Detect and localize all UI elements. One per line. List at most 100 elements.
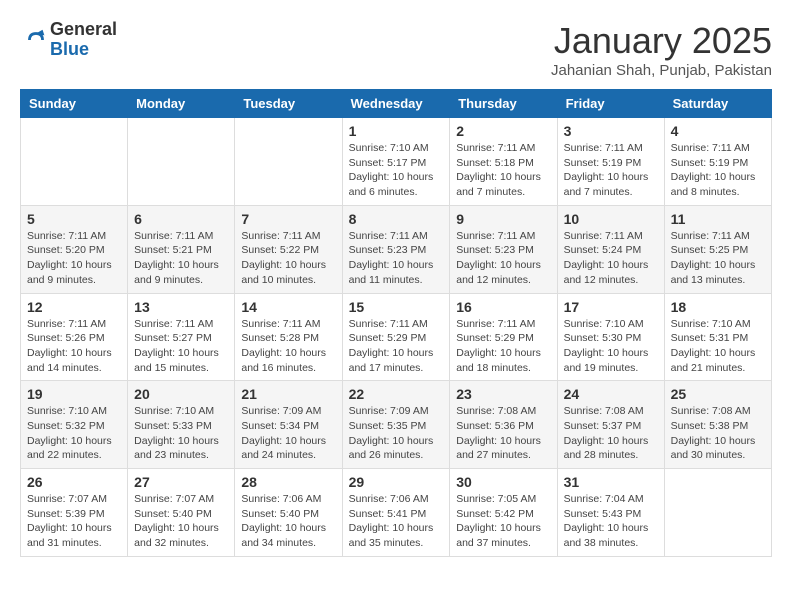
header-day-monday: Monday <box>128 90 235 118</box>
day-number: 8 <box>349 211 444 227</box>
day-info: Sunrise: 7:11 AM Sunset: 5:24 PM Dayligh… <box>564 229 658 288</box>
day-info: Sunrise: 7:11 AM Sunset: 5:25 PM Dayligh… <box>671 229 765 288</box>
day-number: 22 <box>349 386 444 402</box>
day-number: 21 <box>241 386 335 402</box>
day-cell: 7Sunrise: 7:11 AM Sunset: 5:22 PM Daylig… <box>235 205 342 293</box>
day-cell: 3Sunrise: 7:11 AM Sunset: 5:19 PM Daylig… <box>557 118 664 206</box>
day-cell: 21 Sunrise: 7:09 AM Sunset: 5:34 PM Dayli… <box>235 381 342 469</box>
day-info: Sunrise: 7:09 AM Sunset: 5:35 PM Dayligh… <box>349 404 444 463</box>
day-number: 28 <box>241 474 335 490</box>
day-number: 4 <box>671 123 765 139</box>
day-info: Sunrise: 7:09 AM Sunset: 5:34 PM Dayligh… <box>241 404 335 463</box>
day-info: Sunrise: 7:07 AM Sunset: 5:39 PM Dayligh… <box>27 492 121 551</box>
day-cell: 18 Sunrise: 7:10 AM Sunset: 5:31 PM Dayli… <box>664 293 771 381</box>
day-info: Sunrise: 7:08 AM Sunset: 5:36 PM Dayligh… <box>456 404 550 463</box>
day-number: 13 <box>134 299 228 315</box>
day-number: 12 <box>27 299 121 315</box>
day-info: Sunrise: 7:06 AM Sunset: 5:41 PM Dayligh… <box>349 492 444 551</box>
week-row-2: 12 Sunrise: 7:11 AM Sunset: 5:26 PM Dayli… <box>21 293 772 381</box>
logo-text: General Blue <box>50 20 117 60</box>
day-number: 9 <box>456 211 550 227</box>
day-number: 31 <box>564 474 658 490</box>
calendar-table: SundayMondayTuesdayWednesdayThursdayFrid… <box>20 89 772 557</box>
day-cell: 17Sunrise: 7:10 AM Sunset: 5:30 PM Dayli… <box>557 293 664 381</box>
day-info: Sunrise: 7:11 AM Sunset: 5:26 PM Dayligh… <box>27 317 121 376</box>
day-cell: 26Sunrise: 7:07 AM Sunset: 5:39 PM Dayli… <box>21 469 128 557</box>
day-number: 14 <box>241 299 335 315</box>
day-number: 5 <box>27 211 121 227</box>
day-cell: 11 Sunrise: 7:11 AM Sunset: 5:25 PM Dayli… <box>664 205 771 293</box>
day-number: 25 <box>671 386 765 402</box>
day-info: Sunrise: 7:11 AM Sunset: 5:18 PM Dayligh… <box>456 141 550 200</box>
day-number: 16 <box>456 299 550 315</box>
title-section: January 2025 Jahanian Shah, Punjab, Paki… <box>551 20 772 79</box>
day-number: 24 <box>564 386 658 402</box>
day-info: Sunrise: 7:11 AM Sunset: 5:28 PM Dayligh… <box>241 317 335 376</box>
day-cell: 6 Sunrise: 7:11 AM Sunset: 5:21 PM Daylig… <box>128 205 235 293</box>
day-cell: 22 Sunrise: 7:09 AM Sunset: 5:35 PM Dayli… <box>342 381 450 469</box>
day-cell: 12 Sunrise: 7:11 AM Sunset: 5:26 PM Dayli… <box>21 293 128 381</box>
day-number: 11 <box>671 211 765 227</box>
day-number: 3 <box>564 123 658 139</box>
day-info: Sunrise: 7:08 AM Sunset: 5:38 PM Dayligh… <box>671 404 765 463</box>
day-number: 18 <box>671 299 765 315</box>
day-info: Sunrise: 7:11 AM Sunset: 5:29 PM Dayligh… <box>456 317 550 376</box>
day-info: Sunrise: 7:11 AM Sunset: 5:20 PM Dayligh… <box>27 229 121 288</box>
day-number: 29 <box>349 474 444 490</box>
week-row-3: 19 Sunrise: 7:10 AM Sunset: 5:32 PM Dayli… <box>21 381 772 469</box>
day-cell: 4 Sunrise: 7:11 AM Sunset: 5:19 PM Daylig… <box>664 118 771 206</box>
day-cell: 29 Sunrise: 7:06 AM Sunset: 5:41 PM Dayli… <box>342 469 450 557</box>
day-cell: 14 Sunrise: 7:11 AM Sunset: 5:28 PM Dayli… <box>235 293 342 381</box>
day-info: Sunrise: 7:11 AM Sunset: 5:21 PM Dayligh… <box>134 229 228 288</box>
day-cell: 8 Sunrise: 7:11 AM Sunset: 5:23 PM Daylig… <box>342 205 450 293</box>
day-number: 1 <box>349 123 444 139</box>
day-info: Sunrise: 7:04 AM Sunset: 5:43 PM Dayligh… <box>564 492 658 551</box>
day-cell: 15 Sunrise: 7:11 AM Sunset: 5:29 PM Dayli… <box>342 293 450 381</box>
day-info: Sunrise: 7:11 AM Sunset: 5:23 PM Dayligh… <box>456 229 550 288</box>
day-info: Sunrise: 7:10 AM Sunset: 5:33 PM Dayligh… <box>134 404 228 463</box>
day-cell: 23 Sunrise: 7:08 AM Sunset: 5:36 PM Dayli… <box>450 381 557 469</box>
day-cell: 9 Sunrise: 7:11 AM Sunset: 5:23 PM Daylig… <box>450 205 557 293</box>
header-day-saturday: Saturday <box>664 90 771 118</box>
day-cell: 20 Sunrise: 7:10 AM Sunset: 5:33 PM Dayli… <box>128 381 235 469</box>
day-info: Sunrise: 7:07 AM Sunset: 5:40 PM Dayligh… <box>134 492 228 551</box>
day-number: 17 <box>564 299 658 315</box>
day-cell: 2 Sunrise: 7:11 AM Sunset: 5:18 PM Daylig… <box>450 118 557 206</box>
day-cell: 25 Sunrise: 7:08 AM Sunset: 5:38 PM Dayli… <box>664 381 771 469</box>
day-number: 30 <box>456 474 550 490</box>
day-cell <box>128 118 235 206</box>
header-day-friday: Friday <box>557 90 664 118</box>
day-info: Sunrise: 7:10 AM Sunset: 5:17 PM Dayligh… <box>349 141 444 200</box>
day-cell: 19 Sunrise: 7:10 AM Sunset: 5:32 PM Dayli… <box>21 381 128 469</box>
day-info: Sunrise: 7:11 AM Sunset: 5:22 PM Dayligh… <box>241 229 335 288</box>
day-info: Sunrise: 7:06 AM Sunset: 5:40 PM Dayligh… <box>241 492 335 551</box>
day-number: 15 <box>349 299 444 315</box>
day-info: Sunrise: 7:05 AM Sunset: 5:42 PM Dayligh… <box>456 492 550 551</box>
day-cell: 13 Sunrise: 7:11 AM Sunset: 5:27 PM Dayli… <box>128 293 235 381</box>
week-row-0: 1 Sunrise: 7:10 AM Sunset: 5:17 PM Daylig… <box>21 118 772 206</box>
day-info: Sunrise: 7:10 AM Sunset: 5:31 PM Dayligh… <box>671 317 765 376</box>
calendar-subtitle: Jahanian Shah, Punjab, Pakistan <box>551 62 772 79</box>
day-cell: 16 Sunrise: 7:11 AM Sunset: 5:29 PM Dayli… <box>450 293 557 381</box>
day-info: Sunrise: 7:08 AM Sunset: 5:37 PM Dayligh… <box>564 404 658 463</box>
day-info: Sunrise: 7:11 AM Sunset: 5:19 PM Dayligh… <box>671 141 765 200</box>
day-cell: 30 Sunrise: 7:05 AM Sunset: 5:42 PM Dayli… <box>450 469 557 557</box>
day-info: Sunrise: 7:11 AM Sunset: 5:23 PM Dayligh… <box>349 229 444 288</box>
week-row-1: 5 Sunrise: 7:11 AM Sunset: 5:20 PM Daylig… <box>21 205 772 293</box>
day-info: Sunrise: 7:10 AM Sunset: 5:32 PM Dayligh… <box>27 404 121 463</box>
logo-general-text: General <box>50 20 117 40</box>
logo-blue-text: Blue <box>50 40 117 60</box>
day-cell <box>664 469 771 557</box>
day-info: Sunrise: 7:11 AM Sunset: 5:29 PM Dayligh… <box>349 317 444 376</box>
day-number: 23 <box>456 386 550 402</box>
day-number: 2 <box>456 123 550 139</box>
day-cell: 31 Sunrise: 7:04 AM Sunset: 5:43 PM Dayli… <box>557 469 664 557</box>
day-number: 20 <box>134 386 228 402</box>
day-number: 19 <box>27 386 121 402</box>
day-info: Sunrise: 7:11 AM Sunset: 5:27 PM Dayligh… <box>134 317 228 376</box>
day-cell: 5 Sunrise: 7:11 AM Sunset: 5:20 PM Daylig… <box>21 205 128 293</box>
day-number: 6 <box>134 211 228 227</box>
header-day-tuesday: Tuesday <box>235 90 342 118</box>
day-cell: 24 Sunrise: 7:08 AM Sunset: 5:37 PM Dayli… <box>557 381 664 469</box>
logo: General Blue <box>20 20 117 60</box>
